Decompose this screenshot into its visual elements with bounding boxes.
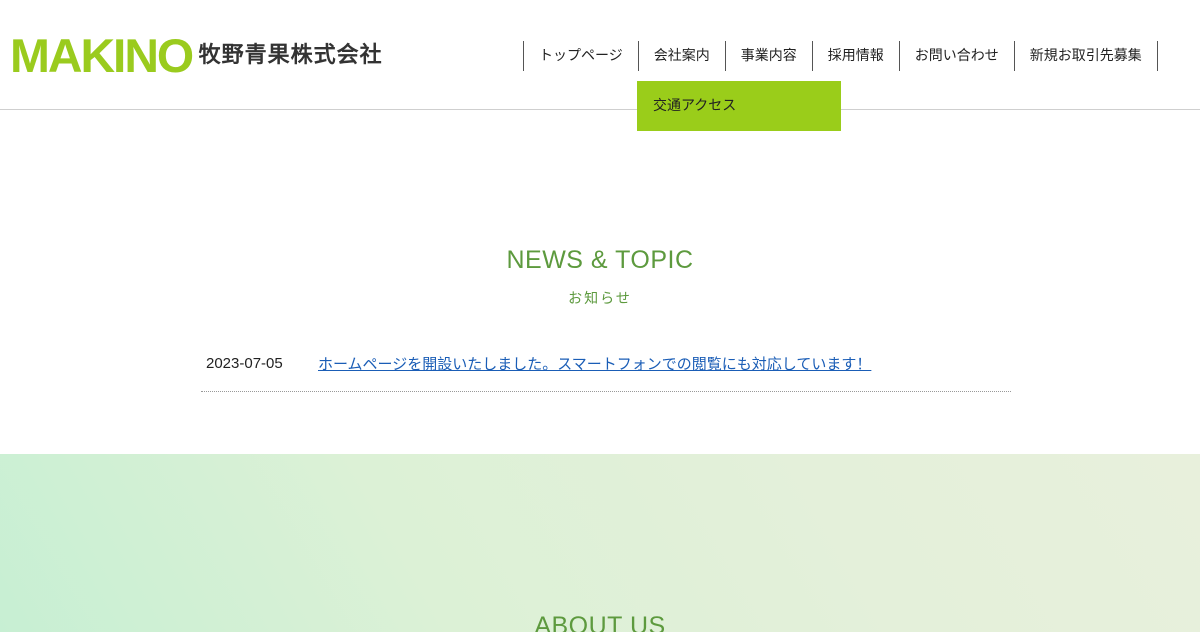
dropdown-item-access[interactable]: 交通アクセス	[637, 81, 841, 131]
nav-item-business[interactable]: 事業内容	[726, 41, 813, 71]
news-section-title: NEWS & TOPIC	[506, 246, 694, 274]
about-section-title: ABOUT US	[534, 612, 666, 632]
nav-item-recruit[interactable]: 採用情報	[813, 41, 900, 71]
nav-item-partners[interactable]: 新規お取引先募集	[1015, 41, 1158, 71]
nav-item-contact[interactable]: お問い合わせ	[900, 41, 1015, 71]
nav-item-company[interactable]: 会社案内	[639, 41, 726, 71]
company-name: 牧野青果株式会社	[198, 43, 383, 68]
main-nav: トップページ 会社案内 事業内容 採用情報 お問い合わせ 新規お取引先募集	[523, 41, 1158, 71]
news-date: 2023-07-05	[206, 354, 283, 372]
news-section-subtitle: お知らせ	[568, 291, 632, 307]
news-item: 2023-07-05 ホームページを開設いたしました。スマートフォンでの閲覧にも…	[201, 335, 1011, 392]
news-link[interactable]: ホームページを開設いたしました。スマートフォンでの閲覧にも対応しています！	[318, 353, 871, 374]
logo[interactable]: MAKINO 牧野青果株式会社	[10, 29, 383, 82]
news-list: 2023-07-05 ホームページを開設いたしました。スマートフォンでの閲覧にも…	[201, 335, 1011, 392]
about-section: ABOUT US	[0, 454, 1200, 632]
logo-mark: MAKINO	[10, 29, 194, 82]
site-header: MAKINO 牧野青果株式会社 トップページ 会社案内 事業内容 採用情報 お問…	[0, 0, 1200, 110]
nav-item-top[interactable]: トップページ	[524, 41, 639, 71]
